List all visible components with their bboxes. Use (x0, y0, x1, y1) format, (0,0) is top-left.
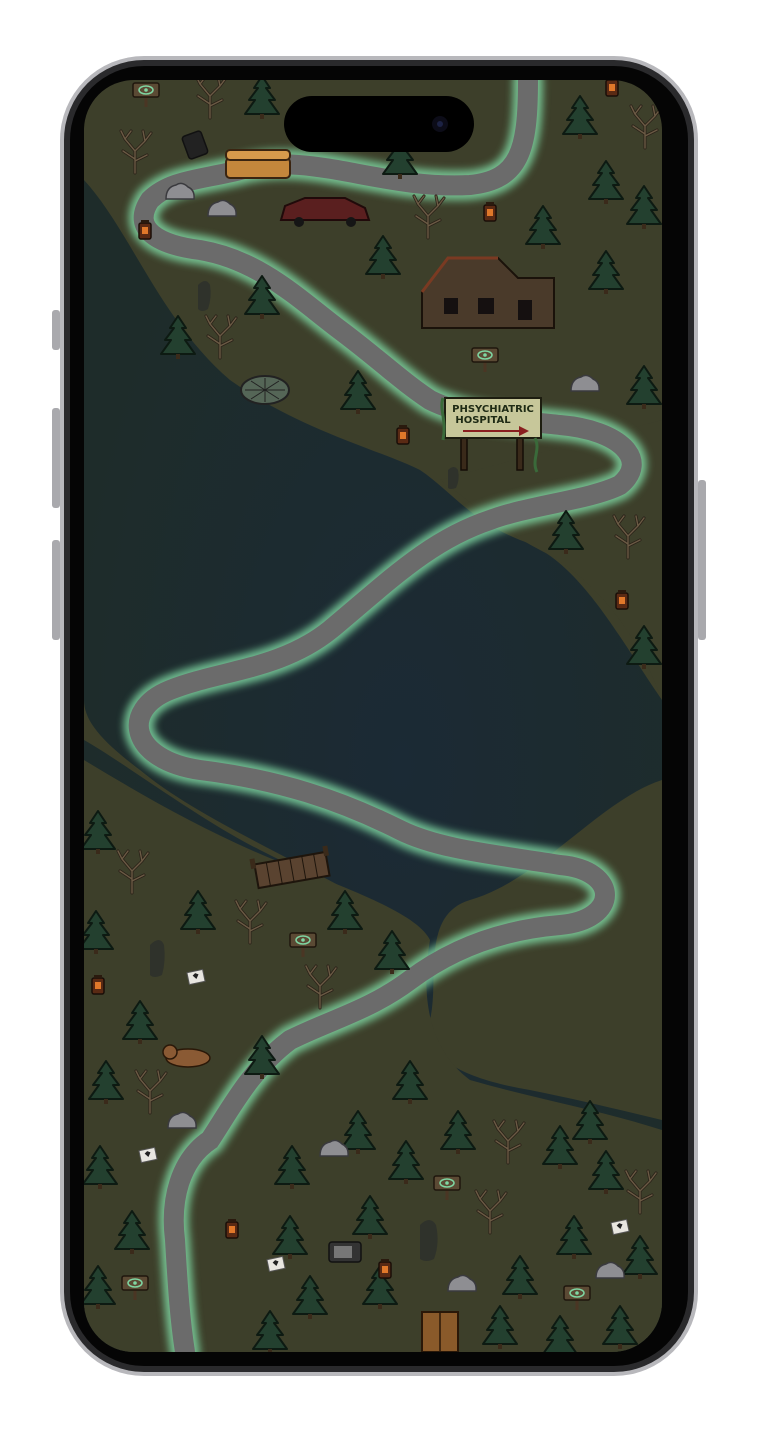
old-tv (328, 1241, 362, 1263)
game-map[interactable]: PHSYCHIATRIC HOSPITAL (79, 76, 662, 1359)
hospital-sign-line2: HOSPITAL (455, 415, 511, 426)
power-button (698, 480, 706, 640)
hospital-sign-line1: PHSYCHIATRIC (452, 404, 534, 415)
phone-mockup: PHSYCHIATRIC HOSPITAL (52, 56, 706, 1376)
fountain (240, 375, 290, 405)
doorway[interactable] (421, 1311, 459, 1352)
couch (225, 149, 291, 179)
volume-down-button (52, 540, 60, 640)
volume-up-button (52, 408, 60, 508)
action-button (52, 310, 60, 350)
